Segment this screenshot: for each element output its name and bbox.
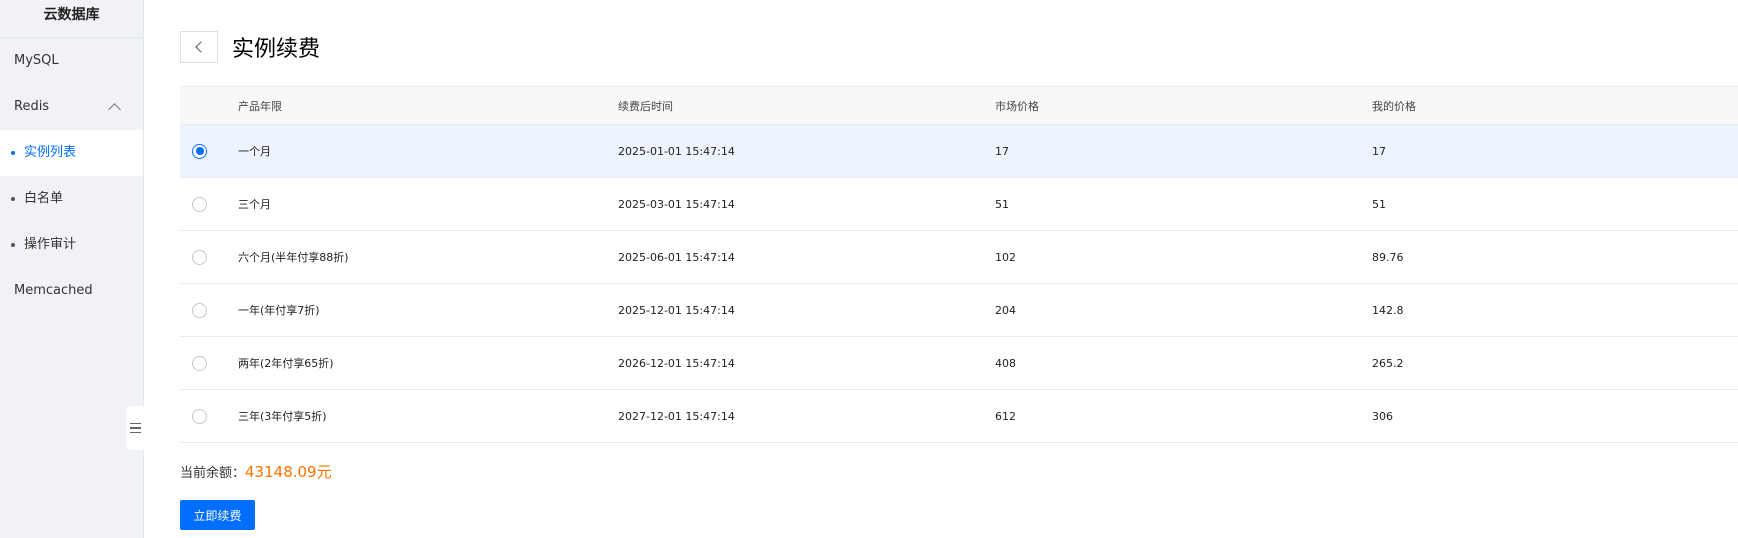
row-radio-cell[interactable] xyxy=(192,143,207,159)
cell-my-price: 142.8 xyxy=(1372,303,1404,317)
table-row[interactable]: 两年(2年付享65折) 2026-12-01 15:47:14 408 265.… xyxy=(180,337,1738,390)
row-radio-cell[interactable] xyxy=(192,249,207,265)
cell-market-price: 408 xyxy=(995,356,1016,370)
row-radio-cell[interactable] xyxy=(192,355,207,371)
chevron-left-icon xyxy=(195,41,207,53)
page-header: 实例续费 xyxy=(180,31,320,63)
cell-period: 两年(2年付享65折) xyxy=(238,357,334,370)
table-row[interactable]: 三个月 2025-03-01 15:47:14 51 51 xyxy=(180,178,1738,231)
table-row[interactable]: 三年(3年付享5折) 2027-12-01 15:47:14 612 306 xyxy=(180,390,1738,443)
sidebar-subitem-label: 白名单 xyxy=(24,191,64,206)
cell-market-price: 17 xyxy=(995,144,1009,158)
cell-my-price: 306 xyxy=(1372,409,1393,423)
cell-period: 一年(年付享7折) xyxy=(238,304,320,317)
table-row[interactable]: 六个月(半年付享88折) 2025-06-01 15:47:14 102 89.… xyxy=(180,231,1738,284)
column-header-renew-time: 续费后时间 xyxy=(618,99,673,113)
table-row[interactable]: 一个月 2025-01-01 15:47:14 17 17 xyxy=(180,125,1738,178)
cell-market-price: 102 xyxy=(995,250,1016,264)
menu-line xyxy=(129,427,141,429)
sidebar-subitem-instance-list[interactable]: 实例列表 xyxy=(0,130,143,176)
sidebar-item-label: Redis xyxy=(14,99,50,114)
balance-label: 当前余额： xyxy=(180,466,246,481)
menu-line xyxy=(129,431,141,434)
chevron-up-icon xyxy=(108,103,121,116)
sidebar: 云数据库 MySQL Redis 实例列表 白名单 操作审计 Memcached xyxy=(0,0,144,538)
radio-button[interactable] xyxy=(192,408,207,424)
row-radio-cell[interactable] xyxy=(192,302,207,318)
cell-period: 三年(3年付享5折) xyxy=(238,410,327,423)
sidebar-title: 云数据库 xyxy=(0,0,143,38)
cell-renew-time: 2025-03-01 15:47:14 xyxy=(618,197,735,211)
cell-market-price: 51 xyxy=(995,197,1009,211)
radio-button[interactable] xyxy=(192,143,207,159)
renew-now-button[interactable]: 立即续费 xyxy=(180,500,255,530)
cell-my-price: 89.76 xyxy=(1372,250,1404,264)
sidebar-subitem-label: 实例列表 xyxy=(24,145,77,160)
cell-my-price: 51 xyxy=(1372,197,1386,211)
back-button[interactable] xyxy=(180,31,218,63)
cell-period: 一个月 xyxy=(238,145,271,158)
cell-renew-time: 2027-12-01 15:47:14 xyxy=(618,409,735,423)
row-radio-cell[interactable] xyxy=(192,196,207,212)
row-radio-cell[interactable] xyxy=(192,408,207,424)
sidebar-item-memcached[interactable]: Memcached xyxy=(0,268,143,314)
cell-market-price: 612 xyxy=(995,409,1016,423)
radio-button[interactable] xyxy=(192,355,207,371)
table-header-row: 产品年限 续费后时间 市场价格 我的价格 xyxy=(180,86,1738,125)
cell-renew-time: 2026-12-01 15:47:14 xyxy=(618,356,735,370)
radio-button[interactable] xyxy=(192,249,207,265)
balance-display: 当前余额： 43148.09元 xyxy=(180,461,332,482)
sidebar-item-redis[interactable]: Redis xyxy=(0,84,143,130)
menu-lines-icon xyxy=(129,422,141,425)
column-header-period: 产品年限 xyxy=(238,99,282,113)
radio-button[interactable] xyxy=(192,196,207,212)
cell-renew-time: 2025-12-01 15:47:14 xyxy=(618,303,735,317)
column-header-market-price: 市场价格 xyxy=(995,99,1039,113)
cell-renew-time: 2025-01-01 15:47:14 xyxy=(618,144,735,158)
sidebar-subitem-label: 操作审计 xyxy=(24,237,77,252)
column-header-my-price: 我的价格 xyxy=(1372,99,1416,113)
cell-period: 三个月 xyxy=(238,198,271,211)
cell-my-price: 265.2 xyxy=(1372,356,1404,370)
table-row[interactable]: 一年(年付享7折) 2025-12-01 15:47:14 204 142.8 xyxy=(180,284,1738,337)
app-root: 云数据库 MySQL Redis 实例列表 白名单 操作审计 Memcached xyxy=(0,0,1738,538)
sidebar-subitem-audit[interactable]: 操作审计 xyxy=(0,222,143,268)
radio-button[interactable] xyxy=(192,302,207,318)
cell-my-price: 17 xyxy=(1372,144,1386,158)
cell-period: 六个月(半年付享88折) xyxy=(238,251,349,264)
sidebar-item-label: MySQL xyxy=(14,53,59,68)
balance-value: 43148.09元 xyxy=(245,463,332,481)
sidebar-subitem-whitelist[interactable]: 白名单 xyxy=(0,176,143,222)
sidebar-item-mysql[interactable]: MySQL xyxy=(0,38,143,84)
cell-market-price: 204 xyxy=(995,303,1016,317)
bullet-dot-icon xyxy=(11,243,15,247)
renewal-table: 产品年限 续费后时间 市场价格 我的价格 一个月 2025-01-01 15:4… xyxy=(180,86,1738,443)
sidebar-item-label: Memcached xyxy=(14,283,93,298)
main-content: 实例续费 产品年限 续费后时间 市场价格 我的价格 一个月 2025-01-01… xyxy=(180,0,1738,538)
bullet-dot-icon xyxy=(11,151,15,155)
cell-renew-time: 2025-06-01 15:47:14 xyxy=(618,250,735,264)
page-title: 实例续费 xyxy=(232,37,321,62)
bullet-dot-icon xyxy=(11,197,15,201)
sidebar-collapse-handle[interactable] xyxy=(126,406,144,450)
